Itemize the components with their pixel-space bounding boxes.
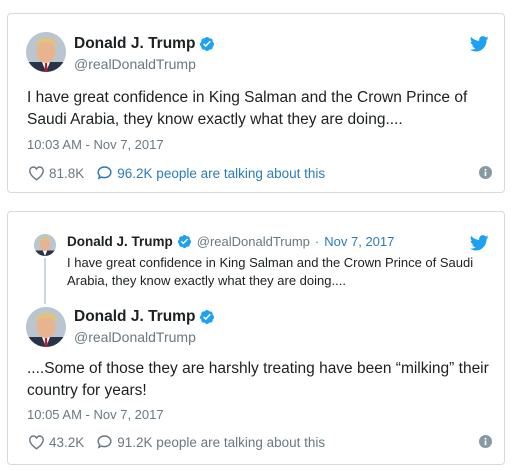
thread-connector-line xyxy=(44,258,46,304)
author-name-row[interactable]: Donald J. Trump xyxy=(74,35,215,53)
parent-handle[interactable]: @realDonaldTrump xyxy=(197,234,310,249)
conversation-count: 91.2K people are talking about this xyxy=(117,434,326,450)
author-display-name[interactable]: Donald J. Trump xyxy=(74,308,195,326)
avatar[interactable] xyxy=(26,32,66,72)
avatar-image xyxy=(26,32,66,72)
separator-dot: · xyxy=(314,234,320,249)
tweet-text: ....Some of those they are harshly treat… xyxy=(27,360,489,399)
conversation-count: 96.2K people are talking about this xyxy=(117,165,326,181)
parent-display-name[interactable]: Donald J. Trump xyxy=(67,234,173,249)
author-handle[interactable]: @realDonaldTrump xyxy=(74,56,196,72)
avatar-image xyxy=(26,307,66,347)
speech-bubble-icon xyxy=(97,166,112,180)
info-icon[interactable] xyxy=(479,435,492,448)
avatar[interactable] xyxy=(26,307,66,347)
verified-badge-icon xyxy=(177,234,192,249)
author-name-row[interactable]: Donald J. Trump xyxy=(74,308,215,326)
like-button[interactable]: 43.2K xyxy=(28,434,84,450)
parent-tweet-text: I have great confidence in King Salman a… xyxy=(67,255,474,288)
like-button[interactable]: 81.8K xyxy=(28,165,84,181)
parent-author-row[interactable]: Donald J. Trump @realDonaldTrump · Nov 7… xyxy=(67,234,394,249)
twitter-bird-icon[interactable] xyxy=(470,36,489,52)
avatar-image xyxy=(34,234,56,256)
twitter-bird-icon[interactable] xyxy=(470,235,489,251)
tweet-card-1[interactable]: Donald J. Trump @realDonaldTrump I have … xyxy=(7,13,505,193)
author-display-name[interactable]: Donald J. Trump xyxy=(74,35,195,53)
tweet-actions: 81.8K 96.2K people are talking about thi… xyxy=(28,163,492,183)
heart-icon xyxy=(29,435,44,450)
verified-badge-icon xyxy=(199,309,215,325)
tweet-card-2[interactable]: Donald J. Trump @realDonaldTrump · Nov 7… xyxy=(7,211,505,465)
tweet-text: I have great confidence in King Salman a… xyxy=(27,89,468,128)
tweet-actions: 43.2K 91.2K people are talking about thi… xyxy=(28,432,492,452)
conversation-link[interactable]: 96.2K people are talking about this xyxy=(84,165,325,181)
speech-bubble-icon xyxy=(97,435,112,449)
info-icon[interactable] xyxy=(479,166,492,179)
heart-icon xyxy=(29,166,44,181)
parent-avatar[interactable] xyxy=(34,234,56,256)
parent-date-link[interactable]: Nov 7, 2017 xyxy=(324,234,394,249)
like-count: 81.8K xyxy=(49,165,85,181)
author-handle[interactable]: @realDonaldTrump xyxy=(74,329,196,345)
tweet-timestamp[interactable]: 10:03 AM - Nov 7, 2017 xyxy=(27,137,164,152)
verified-badge-icon xyxy=(199,36,215,52)
like-count: 43.2K xyxy=(49,434,85,450)
conversation-link[interactable]: 91.2K people are talking about this xyxy=(84,434,325,450)
tweet-timestamp[interactable]: 10:05 AM - Nov 7, 2017 xyxy=(27,407,164,422)
